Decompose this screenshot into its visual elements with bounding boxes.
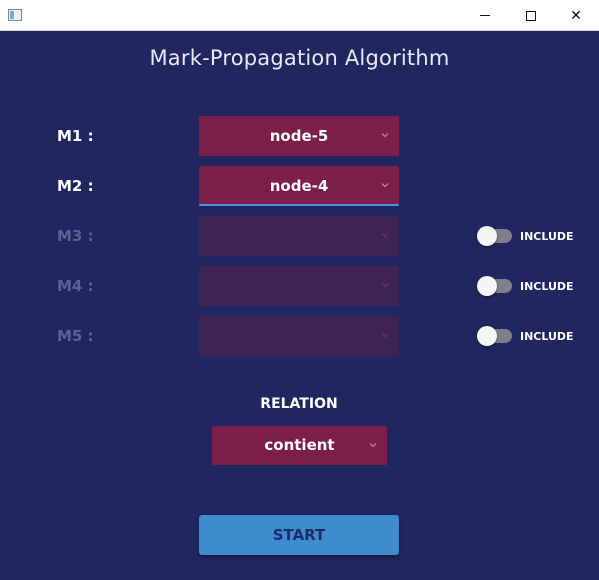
relation-selected-value: contient [264,436,335,454]
m3-selected-value [199,216,379,256]
window-titlebar: ✕ [0,0,599,31]
close-icon: ✕ [570,7,582,24]
chevron-down-icon [381,181,389,189]
maximize-button[interactable] [508,0,554,31]
m4-include-label: INCLUDE [520,280,574,293]
chevron-down-icon [381,131,389,139]
m3-label: M3 : [57,227,94,245]
m3-include-label: INCLUDE [520,230,574,243]
chevron-down-icon [381,281,389,289]
m5-include-label: INCLUDE [520,330,574,343]
relation-heading: RELATION [260,396,338,412]
m5-selected-value [199,316,379,356]
m4-combobox [199,266,399,306]
m5-label: M5 : [57,327,94,345]
m5-combobox [199,316,399,356]
m4-label: M4 : [57,277,94,295]
chevron-down-icon [381,231,389,239]
relation-combobox[interactable]: contient [212,426,387,465]
m3-combobox [199,216,399,256]
app-icon [8,9,22,21]
m2-combobox[interactable]: node-4 [199,166,399,206]
m5-include-toggle[interactable] [477,326,512,346]
m1-combobox[interactable]: node-5 [199,116,399,156]
minimize-button[interactable] [462,0,508,31]
m2-label: M2 : [57,177,94,195]
maximize-icon [526,10,536,21]
toggle-knob [477,326,497,346]
m1-label: M1 : [57,127,94,145]
chevron-down-icon [381,331,389,339]
toggle-knob [477,276,497,296]
m2-selected-value: node-4 [269,177,329,195]
start-button[interactable]: START [199,515,399,555]
m1-selected-value: node-5 [269,127,329,145]
m3-include-toggle[interactable] [477,226,512,246]
minimize-icon [480,15,490,16]
app-title: Mark-Propagation Algorithm [149,46,450,70]
toggle-knob [477,226,497,246]
close-button[interactable]: ✕ [553,0,599,31]
m4-selected-value [199,266,379,306]
m4-include-toggle[interactable] [477,276,512,296]
chevron-down-icon [369,441,377,449]
